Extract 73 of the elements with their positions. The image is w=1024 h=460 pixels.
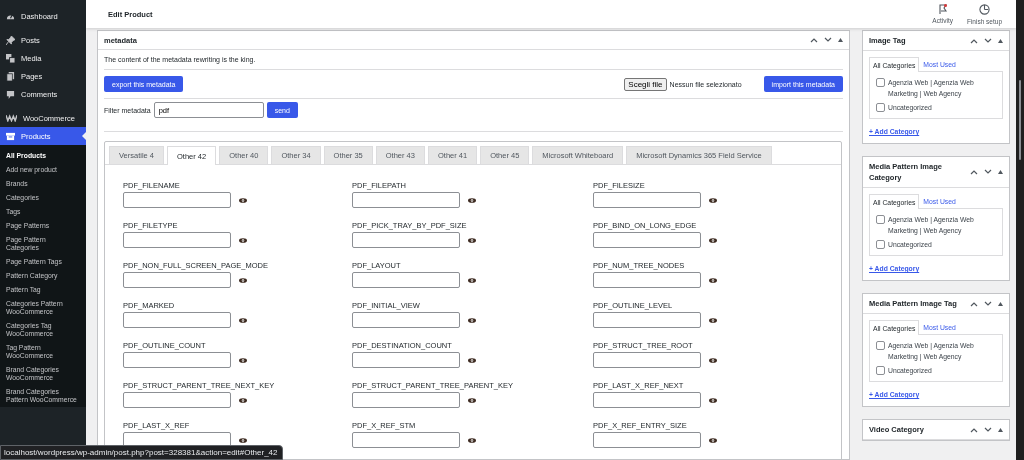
- move-up-icon[interactable]: [970, 169, 978, 175]
- text-field[interactable]: [593, 192, 701, 208]
- flag-icon: [937, 4, 948, 14]
- pin-icon: [6, 35, 15, 45]
- eye-icon[interactable]: [239, 397, 247, 403]
- eye-icon[interactable]: [468, 237, 476, 243]
- text-field[interactable]: [123, 232, 231, 248]
- move-up-icon[interactable]: [970, 300, 978, 307]
- checkbox[interactable]: [876, 215, 885, 224]
- text-field[interactable]: [593, 432, 701, 448]
- media-icon: [6, 53, 15, 63]
- collapse-icon[interactable]: [998, 301, 1003, 306]
- eye-icon[interactable]: [468, 357, 476, 363]
- eye-icon[interactable]: [709, 437, 717, 443]
- text-field[interactable]: [123, 392, 231, 408]
- eye-icon[interactable]: [239, 317, 247, 323]
- collapse-icon[interactable]: [998, 38, 1003, 43]
- text-field[interactable]: [593, 312, 701, 328]
- eye-icon[interactable]: [468, 197, 476, 203]
- text-field[interactable]: [352, 232, 460, 248]
- comment-icon: [6, 89, 15, 99]
- status-url: localhost/wordpress/wp-admin/post.php?post=328381&action=edit#Other_42: [0, 445, 283, 460]
- checkbox[interactable]: [876, 240, 885, 249]
- eye-icon[interactable]: [709, 357, 717, 363]
- eye-icon[interactable]: [239, 277, 247, 283]
- text-field[interactable]: [352, 432, 460, 448]
- eye-icon[interactable]: [709, 277, 717, 283]
- move-down-icon[interactable]: [984, 169, 992, 175]
- move-up-icon[interactable]: [810, 37, 818, 43]
- text-field[interactable]: [123, 312, 231, 328]
- eye-icon[interactable]: [239, 357, 247, 363]
- text-field[interactable]: [123, 192, 231, 208]
- text-field[interactable]: [123, 352, 231, 368]
- eye-icon[interactable]: [709, 317, 717, 323]
- archive-icon: [6, 131, 15, 141]
- text-field[interactable]: [593, 232, 701, 248]
- move-down-icon[interactable]: [984, 37, 992, 44]
- eye-icon[interactable]: [709, 197, 717, 203]
- move-down-icon[interactable]: [984, 300, 992, 307]
- checkbox[interactable]: [876, 103, 885, 112]
- text-field[interactable]: [352, 272, 460, 288]
- eye-icon[interactable]: [239, 197, 247, 203]
- woo-icon: [6, 114, 17, 122]
- collapse-icon[interactable]: [998, 427, 1003, 432]
- move-down-icon[interactable]: [984, 426, 992, 433]
- pages-icon: [6, 71, 15, 81]
- collapse-icon[interactable]: [838, 38, 843, 42]
- collapse-icon[interactable]: [998, 170, 1003, 174]
- text-field[interactable]: [352, 392, 460, 408]
- text-field[interactable]: [352, 312, 460, 328]
- choose-file-button[interactable]: Scegli file: [624, 77, 667, 91]
- move-down-icon[interactable]: [824, 37, 832, 43]
- eye-icon[interactable]: [468, 437, 476, 443]
- text-field[interactable]: [123, 272, 231, 288]
- checkbox[interactable]: [876, 366, 885, 375]
- eye-icon[interactable]: [709, 397, 717, 403]
- eye-icon[interactable]: [468, 277, 476, 283]
- text-field[interactable]: [593, 392, 701, 408]
- checkbox[interactable]: [876, 78, 885, 87]
- text-field[interactable]: [352, 192, 460, 208]
- eye-icon[interactable]: [468, 317, 476, 323]
- move-up-icon[interactable]: [970, 37, 978, 44]
- text-field[interactable]: [593, 352, 701, 368]
- text-field[interactable]: [352, 352, 460, 368]
- checkbox[interactable]: [876, 341, 885, 350]
- eye-icon[interactable]: [709, 237, 717, 243]
- progress-icon: [978, 3, 990, 15]
- eye-icon[interactable]: [239, 437, 247, 443]
- eye-icon[interactable]: [239, 237, 247, 243]
- eye-icon[interactable]: [468, 397, 476, 403]
- move-up-icon[interactable]: [970, 426, 978, 433]
- scrollbar-thumb[interactable]: [1019, 80, 1021, 160]
- text-field[interactable]: [593, 272, 701, 288]
